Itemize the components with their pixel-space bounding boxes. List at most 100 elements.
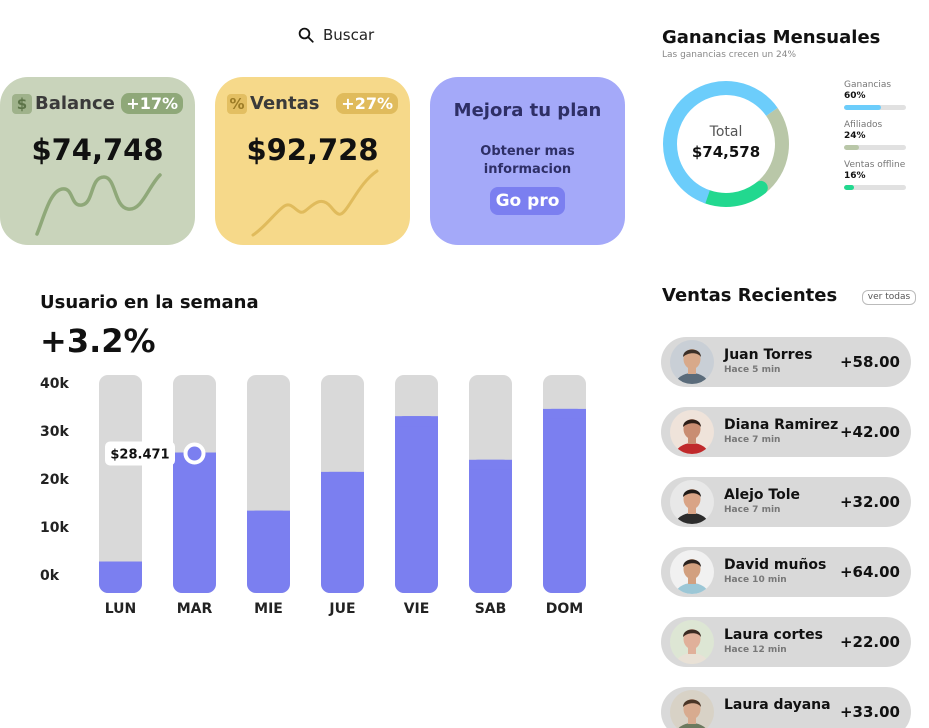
ventas-card[interactable]: % Ventas +27% $92,728: [215, 77, 410, 245]
ganancias-subtitle: Las ganancias crecen un 24%: [662, 50, 797, 60]
balance-sparkline: [35, 173, 162, 236]
search-placeholder[interactable]: Buscar: [323, 26, 374, 44]
upgrade-plan-card: Mejora tu plan Obtener mas informacion G…: [430, 77, 625, 245]
x-tick-label: JUE: [328, 601, 355, 617]
search-bar[interactable]: Buscar: [297, 26, 374, 44]
bar-dom[interactable]: [543, 408, 586, 593]
go-pro-button[interactable]: Go pro: [490, 187, 565, 215]
recent-sale-item[interactable]: David muños Hace 10 min +64.00: [661, 547, 911, 597]
sale-customer-name: David muños: [724, 557, 827, 573]
y-tick-label: 20k: [40, 472, 69, 488]
balance-value: $74,748: [31, 133, 164, 167]
x-tick-label: LUN: [105, 601, 137, 617]
bar-top-square: [99, 561, 142, 572]
legend-progress-track: [844, 105, 906, 110]
legend-progress-fill: [844, 185, 854, 190]
sale-time: Hace 5 min: [724, 365, 781, 375]
percent-icon: %: [227, 93, 247, 114]
bar-mar[interactable]: [173, 452, 216, 593]
balance-badge: +17%: [121, 93, 183, 114]
y-tick-label: 10k: [40, 520, 69, 536]
ventas-value: $92,728: [246, 133, 379, 167]
avatar: [670, 410, 714, 454]
plan-subtitle-link[interactable]: Obtener mas informacion: [460, 143, 595, 179]
ventas-label: Ventas: [250, 93, 320, 114]
ganancias-title: Ganancias Mensuales: [662, 27, 881, 48]
bar-track: [99, 375, 142, 593]
legend-progress-fill: [844, 145, 859, 150]
sale-time: Hace 7 min: [724, 505, 781, 515]
bar-vie[interactable]: [395, 416, 438, 593]
bar-top-square: [321, 471, 364, 482]
donut-total-value: $74,578: [691, 143, 761, 161]
avatar: [670, 480, 714, 524]
sale-customer-name: Juan Torres: [724, 347, 813, 363]
sale-amount: +58.00: [839, 353, 900, 371]
sale-time: Hace 7 min: [724, 435, 781, 445]
bar-jue[interactable]: [321, 471, 364, 593]
legend-percent: 16%: [844, 171, 866, 181]
recent-sale-item[interactable]: Alejo Tole Hace 7 min +32.00: [661, 477, 911, 527]
x-tick-label: MIE: [254, 601, 283, 617]
dollar-icon: $: [12, 93, 32, 114]
sale-customer-name: Laura dayana: [724, 697, 831, 713]
bar-mie[interactable]: [247, 510, 290, 593]
legend-name: Afiliados: [844, 120, 883, 130]
legend-progress-fill: [844, 105, 882, 110]
sale-amount: +33.00: [839, 703, 900, 721]
legend-item: Ganancias 60%: [844, 80, 906, 110]
legend-item: Ventas offline 16%: [844, 160, 906, 190]
legend-name: Ganancias: [844, 80, 892, 90]
y-tick-label: 30k: [40, 424, 69, 440]
recent-sales-title: Ventas Recientes: [662, 285, 838, 306]
sale-customer-name: Alejo Tole: [724, 487, 801, 503]
donut-center: Total $74,578: [660, 124, 792, 161]
bar-top-square: [247, 510, 290, 521]
donut-total-label: Total: [709, 124, 743, 140]
sale-time: Hace 10 min: [724, 575, 787, 585]
avatar: [670, 690, 714, 728]
search-icon: [298, 27, 314, 43]
avatar: [670, 620, 714, 664]
sale-amount: +32.00: [839, 493, 900, 511]
avatar: [670, 550, 714, 594]
bar-top-square: [395, 416, 438, 427]
weekly-users-change: +3.2%: [40, 322, 156, 360]
bar-sab[interactable]: [469, 459, 512, 593]
sale-amount: +64.00: [839, 563, 900, 581]
y-tick-label: 0k: [40, 568, 60, 584]
legend-item: Afiliados 24%: [844, 120, 906, 150]
avatar: [670, 340, 714, 384]
x-tick-label: SAB: [475, 601, 507, 617]
sale-amount: +22.00: [839, 633, 900, 651]
sale-time: Hace 12 min: [724, 645, 787, 655]
legend-progress-track: [844, 145, 906, 150]
x-tick-label: VIE: [404, 601, 430, 617]
balance-card[interactable]: $ Balance +17% $74,748: [0, 77, 195, 245]
ventas-sparkline: [251, 169, 379, 237]
balance-label: Balance: [35, 93, 115, 114]
see-all-button[interactable]: ver todas: [862, 290, 916, 305]
sale-amount: +42.00: [839, 423, 900, 441]
recent-sale-item[interactable]: Laura cortes Hace 12 min +22.00: [661, 617, 911, 667]
plan-title: Mejora tu plan: [453, 100, 602, 121]
recent-sale-item[interactable]: Juan Torres Hace 5 min +58.00: [661, 337, 911, 387]
ventas-badge: +27%: [336, 93, 398, 114]
legend-progress-track: [844, 185, 906, 190]
recent-sale-item[interactable]: Diana Ramirez Hace 7 min +42.00: [661, 407, 911, 457]
bar-top-square: [543, 408, 586, 419]
x-tick-label: MAR: [177, 601, 213, 617]
weekly-users-title: Usuario en la semana: [40, 292, 259, 313]
tooltip-marker[interactable]: [183, 442, 206, 465]
y-tick-label: 40k: [40, 376, 69, 392]
legend-percent: 24%: [844, 131, 866, 141]
weekly-users-bar-chart: 0k 10k 20k 30k 40k LUN MAR $28.471 MIE JUE VIE SAB D…: [40, 375, 586, 617]
recent-sale-item[interactable]: Laura dayana +33.00: [661, 687, 911, 728]
sale-customer-name: Laura cortes: [724, 627, 823, 643]
sale-customer-name: Diana Ramirez: [724, 417, 839, 433]
legend-name: Ventas offline: [844, 160, 906, 170]
bar-top-square: [469, 459, 512, 470]
x-tick-label: DOM: [546, 601, 583, 617]
tooltip-value: $28.471: [110, 448, 169, 463]
legend-percent: 60%: [844, 91, 866, 101]
